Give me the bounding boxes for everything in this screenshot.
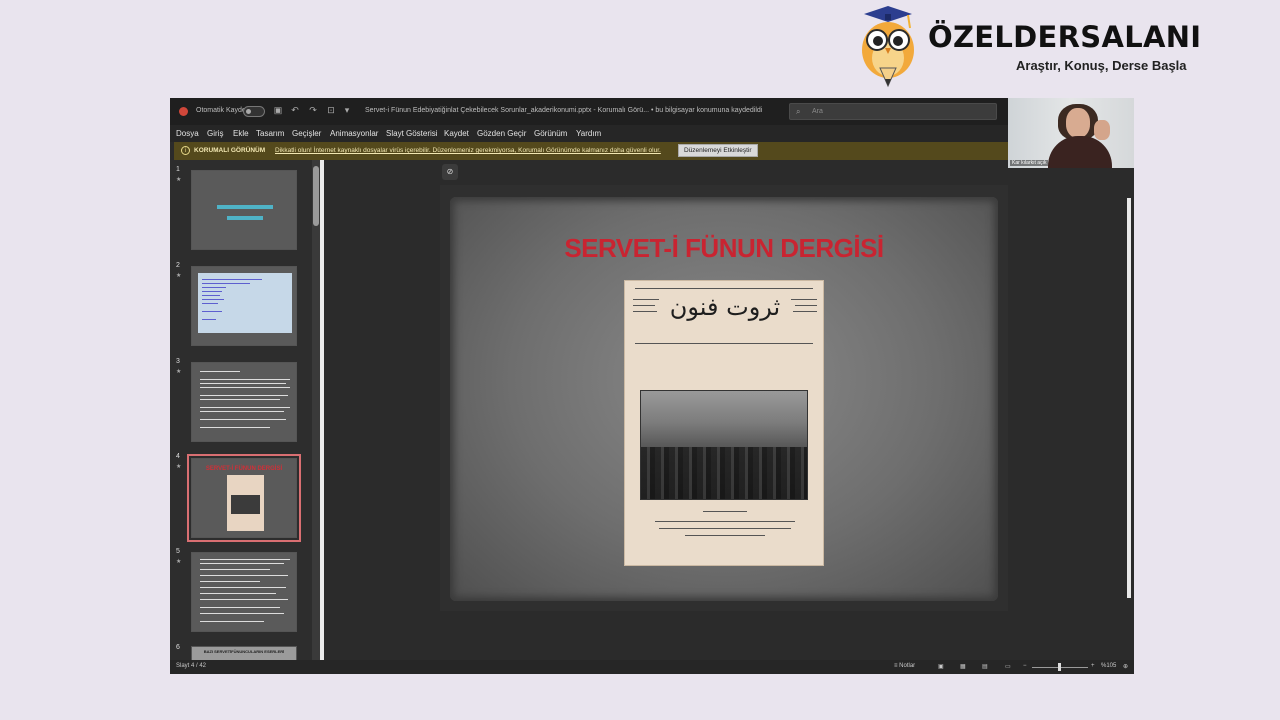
status-bar: Slayt 4 / 42 ≡ Notlar ▣ ▦ ▤ ▭ − + %105 ⊕ — [170, 660, 1134, 674]
slide-scrollbar[interactable] — [1124, 160, 1134, 660]
tab-gorunum[interactable]: Görünüm — [534, 129, 567, 138]
slide-editing-area: ⊘ SERVET-İ FÜNUN DERGİSİ ثروت فنون — [324, 160, 1120, 660]
document-title: Servet-i Fünun Edebiyatiğinlat Çekebilec… — [365, 107, 763, 114]
tab-slayt-gosterisi[interactable]: Slayt Gösterisi — [386, 129, 438, 138]
magazine-photo — [640, 390, 808, 500]
tab-tasarim[interactable]: Tasarım — [256, 129, 284, 138]
tab-dosya[interactable]: Dosya — [176, 129, 199, 138]
slide-thumbnail-2[interactable] — [191, 266, 297, 346]
participant-name: Kar kılarkıt açık — [1010, 160, 1049, 166]
save-icon[interactable]: ▣ — [273, 105, 283, 116]
autosave-toggle[interactable] — [243, 106, 265, 117]
copilot-icon[interactable]: ⊘ — [442, 164, 458, 180]
thumbnail-number: 4 — [176, 453, 180, 460]
slide-thumbnail-1[interactable] — [191, 170, 297, 250]
slide-thumbnail-3[interactable] — [191, 362, 297, 442]
notes-button[interactable]: ≡ Notlar — [894, 663, 915, 669]
reading-view-icon[interactable]: ▤ — [982, 663, 988, 670]
slide-thumbnail-4[interactable]: SERVET-İ FÜNUN DERGİSİ — [187, 454, 301, 542]
brand-logo: ÖZELDERSALANI Araştır, Konuş, Derse Başl… — [858, 4, 1238, 90]
tab-animasyonlar[interactable]: Animasyonlar — [330, 129, 378, 138]
thumbnail-title: SERVET-İ FÜNUN DERGİSİ — [205, 466, 283, 472]
protected-view-title: KORUMALI GÖRÜNÜM — [194, 147, 266, 154]
animation-star-icon: ★ — [176, 464, 182, 470]
tab-giris[interactable]: Giriş — [207, 129, 223, 138]
thumbnail-number: 5 — [176, 548, 180, 555]
zoom-in-icon[interactable]: + — [1091, 663, 1095, 669]
animation-star-icon: ★ — [176, 369, 182, 375]
tab-kaydet[interactable]: Kaydet — [444, 129, 469, 138]
search-box[interactable]: ⌕ Ara — [789, 103, 997, 120]
thumbnail-number: 2 — [176, 262, 180, 269]
current-slide[interactable]: SERVET-İ FÜNUN DERGİSİ ثروت فنون — [440, 185, 1008, 611]
brand-name: ÖZELDERSALANI — [928, 20, 1202, 54]
thumbnail-number: 3 — [176, 358, 180, 365]
info-icon: i — [181, 146, 190, 155]
zoom-out-icon[interactable]: − — [1023, 663, 1027, 669]
thumbnail-number: 6 — [176, 644, 180, 651]
normal-view-icon[interactable]: ▣ — [938, 663, 944, 670]
magazine-cover-image: ثروت فنون — [624, 280, 824, 566]
slideshow-icon[interactable]: ▭ — [1005, 663, 1011, 670]
magazine-masthead: ثروت فنون — [669, 293, 781, 321]
webcam-overlay: Kar kılarkıt açık — [1008, 98, 1134, 168]
app-icon — [179, 107, 188, 116]
slide-sorter-icon[interactable]: ▦ — [960, 663, 966, 670]
slide-thumbnail-5[interactable] — [191, 552, 297, 632]
thumbnail-scrollbar[interactable] — [312, 160, 320, 660]
autosave-label: Otomatik Kaydet — [196, 107, 248, 114]
redo-icon[interactable]: ↷ — [308, 105, 318, 116]
slide-title: SERVET-İ FÜNUN DERGİSİ — [564, 233, 884, 263]
present-icon[interactable]: ⊡ — [326, 105, 336, 116]
thumbnail-number: 1 — [176, 166, 180, 173]
slide-counter: Slayt 4 / 42 — [176, 663, 207, 669]
animation-star-icon: ★ — [176, 273, 182, 279]
owl-logo-icon — [862, 6, 914, 88]
undo-icon[interactable]: ↶ — [290, 105, 300, 116]
zoom-slider-knob[interactable] — [1058, 663, 1061, 671]
thumbnail-title: BAZI SERVETİFÜNUNCULARIN ESERLERİ — [203, 649, 285, 654]
customize-icon[interactable]: ▾ — [342, 105, 352, 116]
enable-editing-button[interactable]: Düzenlemeyi Etkinleştir — [678, 144, 758, 157]
title-bar: Otomatik Kaydet ▣ ↶ ↷ ⊡ ▾ Servet-i Fünun… — [170, 98, 1134, 125]
notes-label: Notlar — [899, 663, 916, 669]
powerpoint-window: Otomatik Kaydet ▣ ↶ ↷ ⊡ ▾ Servet-i Fünun… — [170, 98, 1134, 674]
search-icon: ⌕ — [796, 107, 801, 116]
fit-to-window-icon[interactable]: ⊕ — [1123, 663, 1128, 670]
tab-yardim[interactable]: Yardım — [576, 129, 601, 138]
protected-view-bar: i KORUMALI GÖRÜNÜM Dikkatli olun! İntern… — [174, 142, 1008, 160]
tab-ekle[interactable]: Ekle — [233, 129, 249, 138]
protected-view-message[interactable]: Dikkatli olun! İnternet kaynaklı dosyala… — [275, 147, 661, 154]
brand-tagline: Araştır, Konuş, Derse Başla — [1016, 58, 1187, 73]
animation-star-icon: ★ — [176, 177, 182, 183]
zoom-level[interactable]: %105 — [1101, 663, 1116, 669]
slide-thumbnail-panel: 1 ★ 2 ★ 3 ★ 4 ★ SERVET-İ FÜNUN DERGİSİ 5… — [170, 160, 322, 674]
animation-star-icon: ★ — [176, 559, 182, 565]
tab-gecisler[interactable]: Geçişler — [292, 129, 321, 138]
search-placeholder: Ara — [812, 108, 823, 115]
tab-gozden-gecir[interactable]: Gözden Geçir — [477, 129, 526, 138]
ribbon-tabs: Dosya Giriş Ekle Tasarım Geçişler Animas… — [170, 125, 1134, 142]
